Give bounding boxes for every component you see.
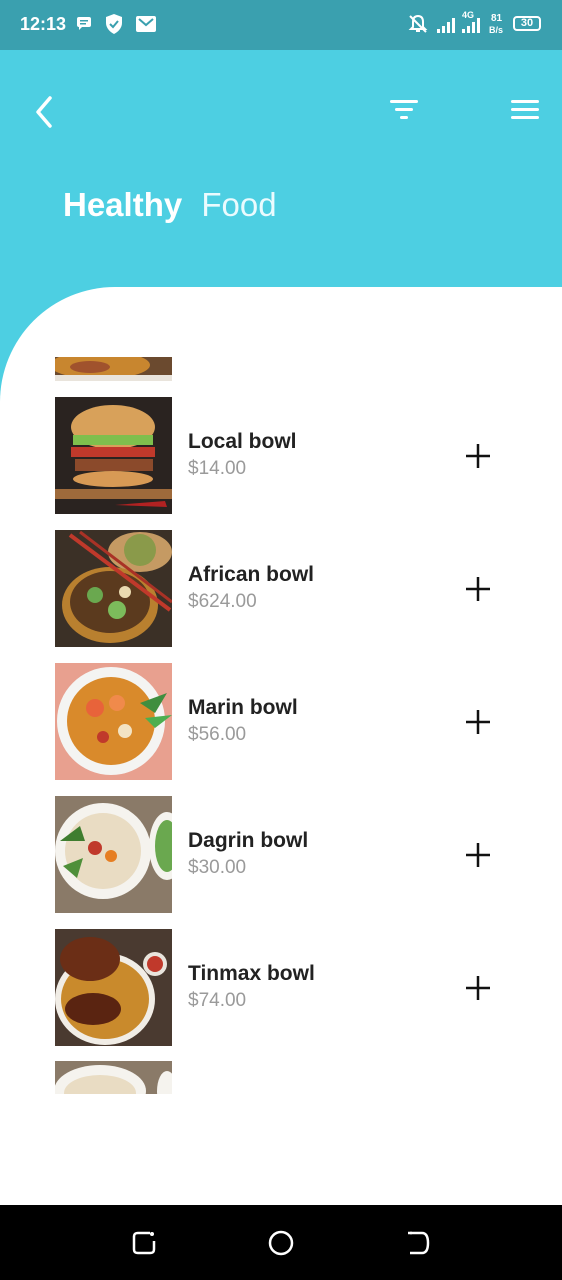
- system-nav-bar: [0, 1205, 562, 1280]
- mail-icon: [136, 16, 156, 32]
- food-image-partial-top: [55, 357, 172, 381]
- add-icon[interactable]: [463, 707, 493, 737]
- item-name: Marin bowl: [188, 696, 298, 719]
- item-price: $14.00: [188, 458, 247, 479]
- item-price: $74.00: [188, 990, 247, 1011]
- food-image: [55, 929, 172, 1046]
- item-name: Dagrin bowl: [188, 829, 309, 852]
- title-light: Food: [201, 186, 277, 223]
- network-type: 4G: [462, 10, 475, 20]
- recent-apps-icon[interactable]: [130, 1229, 158, 1257]
- item-name: Tinmax bowl: [188, 962, 315, 985]
- battery-level: 30: [520, 17, 534, 29]
- home-icon[interactable]: [267, 1229, 295, 1257]
- content-sheet: Local bowl $14.00 African bowl $624.00 M…: [0, 287, 562, 1205]
- item-name: African bowl: [188, 563, 315, 586]
- back-nav-icon[interactable]: [404, 1229, 432, 1257]
- food-image: [55, 530, 172, 647]
- title-bold: Healthy: [63, 186, 183, 223]
- add-icon[interactable]: [463, 441, 493, 471]
- header: Healthy Food: [0, 50, 562, 290]
- filter-icon[interactable]: [388, 98, 420, 122]
- item-price: $624.00: [188, 591, 257, 612]
- net-speed-bottom: B/s: [489, 25, 504, 35]
- add-icon[interactable]: [463, 840, 493, 870]
- food-list[interactable]: Local bowl $14.00 African bowl $624.00 M…: [0, 287, 562, 1095]
- signal-icon: [437, 18, 480, 33]
- status-bar: 12:13 4G 81 B/s 30: [0, 0, 562, 50]
- status-time: 12:13: [20, 14, 67, 34]
- back-icon[interactable]: [30, 94, 60, 130]
- add-icon[interactable]: [463, 574, 493, 604]
- battery-icon: 30: [513, 16, 541, 31]
- shield-icon: [106, 14, 122, 34]
- message-icon: [77, 17, 91, 30]
- food-image: [55, 796, 172, 913]
- food-image-partial-bottom: [55, 1061, 172, 1094]
- item-name: Local bowl: [188, 430, 297, 453]
- food-image: [55, 397, 172, 514]
- page-title: Healthy Food: [63, 186, 277, 224]
- mute-bell-icon: [408, 14, 428, 33]
- item-price: $30.00: [188, 857, 247, 878]
- menu-icon[interactable]: [510, 98, 540, 122]
- net-speed-top: 81: [491, 13, 503, 24]
- item-price: $56.00: [188, 724, 247, 745]
- food-image: [55, 663, 172, 780]
- add-icon[interactable]: [463, 973, 493, 1003]
